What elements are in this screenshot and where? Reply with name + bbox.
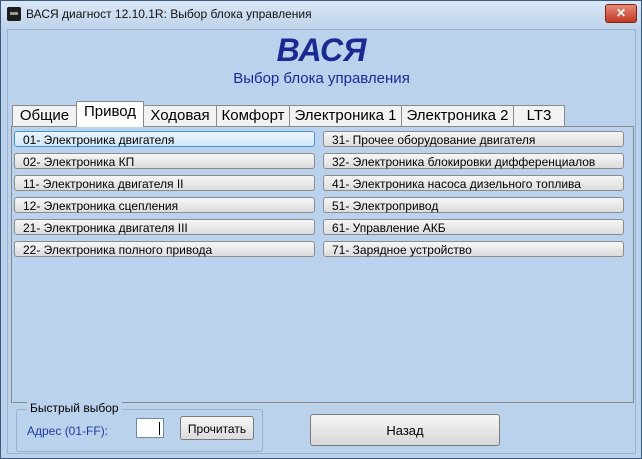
tab-lt3[interactable]: LT3 — [513, 105, 565, 126]
unit-button-71[interactable]: 71- Зарядное устройство — [323, 241, 624, 257]
read-button[interactable]: Прочитать — [180, 416, 254, 440]
text-caret — [159, 422, 160, 435]
unit-button-22[interactable]: 22- Электроника полного привода — [14, 241, 315, 257]
unit-button-41[interactable]: 41- Электроника насоса дизельного топлив… — [323, 175, 624, 191]
tab-general[interactable]: Общие — [12, 105, 77, 126]
window-title: ВАСЯ диагност 12.10.1R: Выбор блока упра… — [26, 7, 312, 21]
tab-drive[interactable]: Привод — [76, 101, 144, 127]
main-panel: ВАСЯ Выбор блока управления Общие Привод… — [7, 29, 636, 454]
app-icon — [7, 7, 21, 21]
tab-chassis[interactable]: Ходовая — [143, 105, 217, 126]
unit-button-31[interactable]: 31- Прочее оборудование двигателя — [323, 131, 624, 147]
unit-button-02[interactable]: 02- Электроника КП — [14, 153, 315, 169]
page-subtitle: Выбор блока управления — [233, 70, 410, 87]
address-input[interactable] — [136, 418, 164, 438]
unit-button-21[interactable]: 21- Электроника двигателя III — [14, 219, 315, 235]
tab-electronics-2[interactable]: Электроника 2 — [401, 105, 514, 126]
unit-button-32[interactable]: 32- Электроника блокировки дифференциало… — [323, 153, 624, 169]
app-name: ВАСЯ — [276, 32, 367, 68]
unit-button-11[interactable]: 11- Электроника двигателя II — [14, 175, 315, 191]
unit-button-01[interactable]: 01- Электроника двигателя — [14, 131, 315, 147]
unit-button-61[interactable]: 61- Управление АКБ — [323, 219, 624, 235]
unit-list-panel: 01- Электроника двигателя 02- Электроник… — [11, 126, 634, 403]
tab-electronics-1[interactable]: Электроника 1 — [289, 105, 402, 126]
unit-button-12[interactable]: 12- Электроника сцепления — [14, 197, 315, 213]
tab-comfort[interactable]: Комфорт — [216, 105, 290, 126]
close-button[interactable]: ✕ — [605, 4, 637, 23]
quick-select-group: Быстрый выбор Адрес (01-FF): Прочитать — [16, 401, 263, 452]
app-window: ВАСЯ диагност 12.10.1R: Выбор блока упра… — [0, 0, 642, 459]
title-bar[interactable]: ВАСЯ диагност 12.10.1R: Выбор блока упра… — [1, 1, 641, 29]
unit-button-51[interactable]: 51- Электропривод — [323, 197, 624, 213]
address-label: Адрес (01-FF): — [27, 424, 109, 438]
back-button[interactable]: Назад — [310, 414, 500, 446]
quick-select-legend: Быстрый выбор — [27, 401, 122, 415]
